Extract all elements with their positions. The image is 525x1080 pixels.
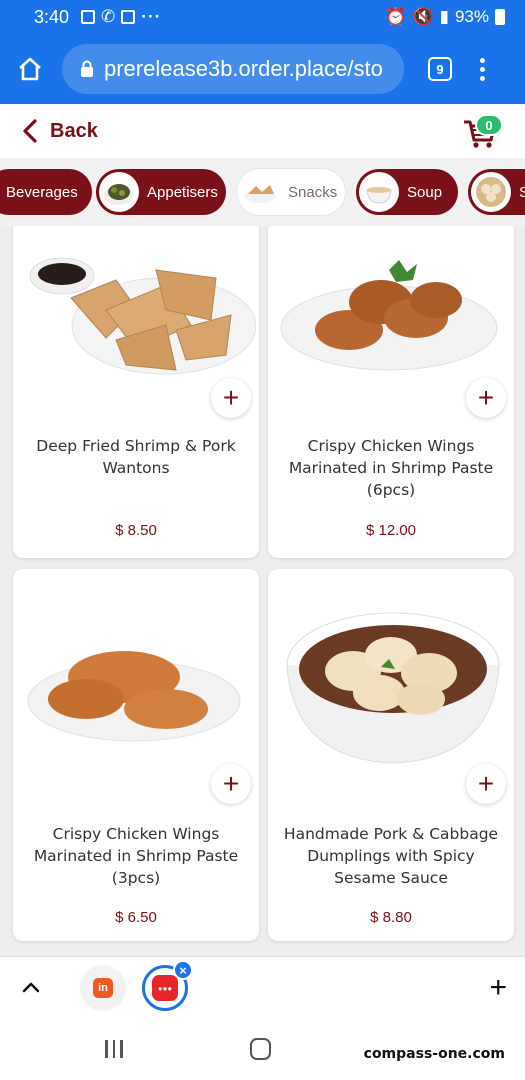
wanton-image-icon: [244, 185, 276, 203]
browser-toolbar: prerelease3b.order.place/sto 9: [0, 34, 525, 104]
recents-button[interactable]: [105, 1040, 123, 1058]
menu-dot-icon: [480, 57, 485, 63]
product-price: $ 8.80: [370, 909, 412, 926]
system-icons: ⏰ 🔇 ▮ 93%: [385, 7, 505, 27]
tab-thumbnail-2[interactable]: ●●● ×: [142, 960, 193, 1011]
category-more[interactable]: S: [468, 169, 525, 215]
category-snacks[interactable]: Snacks: [237, 169, 345, 215]
system-nav-bar: compass-one.com: [0, 1020, 525, 1080]
product-name: Deep Fried Shrimp & Pork Wantons: [36, 437, 236, 477]
tab-switcher-button[interactable]: 9: [428, 57, 452, 81]
category-appetisers[interactable]: Appetisers: [96, 169, 226, 215]
chicken-wings-6pcs-image: [280, 260, 498, 371]
product-image: [13, 619, 259, 769]
whatsapp-icon: ✆: [101, 7, 116, 26]
browser-menu-button[interactable]: [480, 57, 485, 81]
dumplings-image: [286, 612, 500, 764]
chevron-up-icon: [22, 982, 40, 992]
category-soup[interactable]: Soup: [356, 169, 458, 215]
snacks-thumbnail: [240, 172, 280, 212]
signal-icon: ▮: [439, 7, 449, 26]
browser-bottom-bar: in ●●● × +: [0, 956, 525, 1020]
category-label: Appetisers: [147, 183, 218, 201]
soup-thumbnail: [359, 172, 399, 212]
status-bar: 3:40 ✆ ··· ⏰ 🔇 ▮ 93%: [0, 0, 525, 34]
mute-icon: 🔇: [412, 7, 434, 26]
wantons-image: [29, 257, 256, 375]
appetisers-thumbnail: [99, 172, 139, 212]
product-price: $ 8.50: [115, 522, 157, 539]
add-to-cart-button[interactable]: +: [211, 378, 251, 418]
chevron-left-icon: [23, 119, 37, 143]
chicken-wings-3pcs-image: [27, 651, 241, 742]
home-button[interactable]: [0, 34, 60, 104]
cart-button[interactable]: 0: [463, 114, 503, 150]
dimsum-thumbnail: [471, 172, 511, 212]
cart-count-badge: 0: [475, 114, 503, 136]
category-strip: Beverages Appetisers Snacks Soup S: [0, 158, 525, 226]
salad-image-icon: [104, 184, 134, 205]
restaurant-logo-icon: ●●●: [152, 975, 178, 1001]
url-text: prerelease3b.order.place/sto: [104, 56, 383, 81]
product-image: [268, 230, 514, 380]
gallery-icon: [81, 10, 96, 24]
home-nav-button[interactable]: [250, 1038, 271, 1060]
back-button[interactable]: Back: [22, 118, 98, 144]
lock-icon: [81, 60, 93, 77]
recents-bar-icon: [112, 1040, 115, 1058]
category-beverages[interactable]: Beverages: [0, 169, 92, 215]
add-to-cart-button[interactable]: +: [466, 378, 506, 418]
category-label: Snacks: [288, 183, 338, 201]
category-label: S: [519, 183, 525, 201]
recents-bar-icon: [120, 1040, 123, 1058]
product-name: Crispy Chicken Wings Marinated in Shrimp…: [33, 825, 239, 887]
window-icon: [121, 10, 136, 24]
product-name: Crispy Chicken Wings Marinated in Shrimp…: [288, 437, 494, 499]
new-tab-button[interactable]: +: [489, 973, 507, 1003]
product-card[interactable]: + Crispy Chicken Wings Marinated in Shri…: [13, 569, 259, 941]
menu-dot-icon: [480, 66, 485, 72]
close-tab-icon[interactable]: ×: [173, 960, 193, 980]
tab-thumbnail-1[interactable]: in: [80, 965, 126, 1011]
battery-percent: 93%: [454, 7, 489, 26]
recents-bar-icon: [105, 1040, 108, 1058]
app-logo-icon: in: [93, 978, 113, 998]
product-card[interactable]: + Handmade Pork & Cabbage Dumplings with…: [268, 569, 514, 941]
back-label: Back: [50, 119, 98, 142]
status-time: 3:40: [34, 6, 70, 27]
add-to-cart-button[interactable]: +: [466, 764, 506, 804]
product-card[interactable]: + Crispy Chicken Wings Marinated in Shri…: [268, 226, 514, 558]
alarm-icon: ⏰: [385, 7, 407, 26]
soup-bowl-icon: [366, 187, 392, 204]
menu-dot-icon: [480, 75, 485, 81]
notification-icons: ✆ ···: [81, 7, 161, 27]
product-image: [13, 230, 259, 380]
category-label: Soup: [407, 183, 443, 201]
product-price: $ 6.50: [115, 909, 157, 926]
product-card[interactable]: + Deep Fried Shrimp & Pork Wantons $ 8.5…: [13, 226, 259, 558]
dimsum-basket-icon: [476, 177, 506, 207]
more-notifications-icon: ···: [141, 7, 162, 26]
app-header: Back 0: [0, 104, 525, 158]
expand-button[interactable]: [22, 980, 40, 998]
add-to-cart-button[interactable]: +: [211, 764, 251, 804]
product-price: $ 12.00: [365, 522, 417, 539]
product-name: Handmade Pork & Cabbage Dumplings with S…: [283, 825, 499, 887]
product-image: [268, 609, 514, 764]
address-bar[interactable]: prerelease3b.order.place/sto: [62, 44, 404, 94]
battery-icon: [495, 9, 505, 25]
watermark: compass-one.com: [363, 1046, 505, 1062]
home-icon: [19, 57, 41, 81]
category-label: Beverages: [6, 183, 78, 201]
product-grid: + Deep Fried Shrimp & Pork Wantons $ 8.5…: [0, 226, 525, 956]
